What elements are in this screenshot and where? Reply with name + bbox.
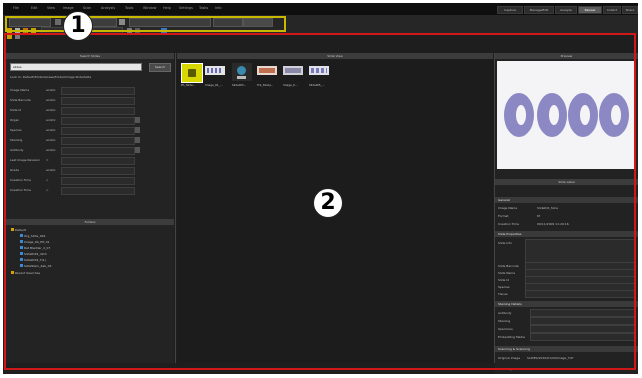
callout-2: 2 xyxy=(313,188,343,218)
menu-help[interactable]: Help xyxy=(163,6,171,10)
menu-settings[interactable]: Settings xyxy=(179,6,193,10)
menu-tasks[interactable]: Tasks xyxy=(199,6,208,10)
menu-tools[interactable]: Tools xyxy=(125,6,133,10)
menu-window[interactable]: Window xyxy=(143,6,156,10)
view-tab-capture[interactable]: Capture xyxy=(497,6,523,14)
menu-bar: File Edit View Image Scan Analysis Tools… xyxy=(3,3,638,15)
menu-view[interactable]: View xyxy=(47,6,55,10)
application-window: File Edit View Image Scan Analysis Tools… xyxy=(3,3,638,374)
toolbar-highlight-box xyxy=(5,16,286,32)
menu-edit[interactable]: Edit xyxy=(31,6,38,10)
menu-info[interactable]: Info xyxy=(215,6,221,10)
callout-1: 1 xyxy=(63,11,93,41)
view-tab-review[interactable]: Review xyxy=(578,6,602,14)
menu-image[interactable]: Image xyxy=(63,6,74,10)
menu-scan[interactable]: Scan xyxy=(83,6,91,10)
menu-file[interactable]: File xyxy=(13,6,19,10)
menu-analysis[interactable]: Analysis xyxy=(101,6,115,10)
view-tab-share[interactable]: Share xyxy=(622,6,638,14)
view-tab-manage[interactable]: Manage/Edit xyxy=(524,6,554,14)
view-tab-collect[interactable]: Collect xyxy=(603,6,621,14)
view-tab-analyze[interactable]: Analyze xyxy=(555,6,577,14)
